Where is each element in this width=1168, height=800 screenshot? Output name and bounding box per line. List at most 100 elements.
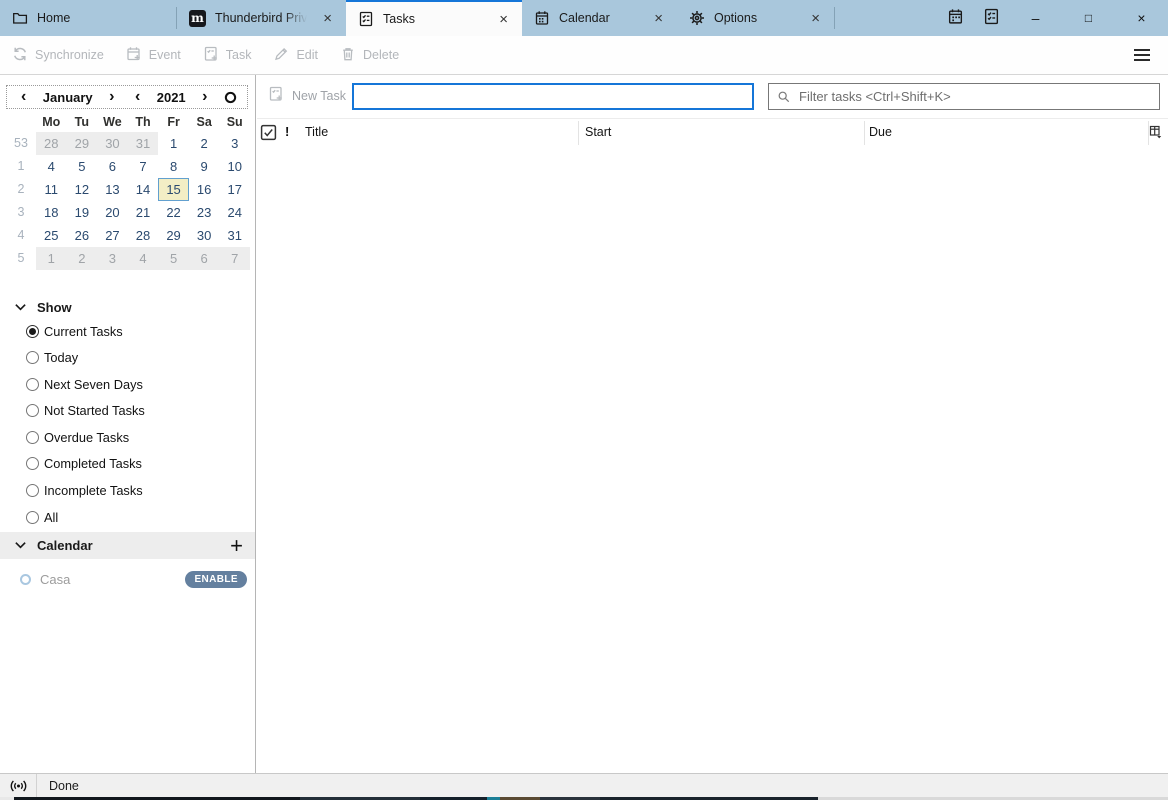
minical-day[interactable]: 27 xyxy=(97,224,128,247)
close-icon[interactable]: × xyxy=(809,11,822,26)
minical-day[interactable]: 22 xyxy=(158,201,189,224)
year-label[interactable]: 2021 xyxy=(157,90,186,105)
enable-badge[interactable]: ENABLE xyxy=(185,571,247,588)
minical-day[interactable]: 25 xyxy=(36,224,67,247)
minical-day[interactable]: 17 xyxy=(219,178,250,201)
minical-day[interactable]: 19 xyxy=(67,201,98,224)
tab-thunderbird-privacy[interactable]: m Thunderbird Priv × xyxy=(177,0,346,36)
minical-day[interactable]: 30 xyxy=(97,132,128,155)
radio-icon[interactable] xyxy=(26,351,39,364)
minical-day-selected[interactable]: 15 xyxy=(158,178,189,201)
previous-month-button[interactable]: ‹ xyxy=(17,89,30,105)
start-column-header[interactable]: Start xyxy=(585,125,611,139)
show-filter-option[interactable]: Incomplete Tasks xyxy=(26,481,247,501)
minical-day[interactable]: 16 xyxy=(189,178,220,201)
new-task-button[interactable]: New Task xyxy=(268,86,346,105)
show-filter-option[interactable]: Current Tasks xyxy=(26,321,247,341)
minical-day[interactable]: 4 xyxy=(128,247,159,270)
minical-day[interactable]: 11 xyxy=(36,178,67,201)
minical-day[interactable]: 10 xyxy=(219,155,250,178)
next-month-button[interactable]: › xyxy=(105,89,118,105)
minimize-button[interactable]: – xyxy=(1009,0,1062,36)
delete-button[interactable]: Delete xyxy=(340,46,399,65)
minical-day[interactable]: 23 xyxy=(189,201,220,224)
minical-day[interactable]: 2 xyxy=(67,247,98,270)
minical-day[interactable]: 7 xyxy=(128,155,159,178)
minical-day[interactable]: 1 xyxy=(158,132,189,155)
open-calendar-tab-button[interactable] xyxy=(937,0,973,36)
synchronize-button[interactable]: Synchronize xyxy=(12,46,104,65)
column-picker-button[interactable] xyxy=(1149,125,1163,142)
new-task-toolbar-button[interactable]: Task xyxy=(203,46,252,65)
close-icon[interactable]: × xyxy=(321,11,334,26)
minical-day[interactable]: 5 xyxy=(67,155,98,178)
radio-icon[interactable] xyxy=(26,457,39,470)
minical-day[interactable]: 31 xyxy=(219,224,250,247)
minical-day[interactable]: 20 xyxy=(97,201,128,224)
minical-day[interactable]: 9 xyxy=(189,155,220,178)
minical-day[interactable]: 21 xyxy=(128,201,159,224)
calendar-list-item[interactable]: Casa ENABLE xyxy=(0,567,255,591)
tab-tasks[interactable]: Tasks × xyxy=(346,0,522,36)
edit-button[interactable]: Edit xyxy=(273,46,318,65)
column-divider[interactable] xyxy=(578,121,579,145)
close-window-button[interactable]: × xyxy=(1115,0,1168,36)
task-list-empty[interactable] xyxy=(257,147,1168,773)
minical-day[interactable]: 12 xyxy=(67,178,98,201)
minical-day[interactable]: 6 xyxy=(189,247,220,270)
minical-day[interactable]: 3 xyxy=(219,132,250,155)
new-task-input[interactable] xyxy=(352,83,754,110)
radio-icon[interactable] xyxy=(26,404,39,417)
minical-day[interactable]: 29 xyxy=(67,132,98,155)
minical-day[interactable]: 26 xyxy=(67,224,98,247)
tab-home[interactable]: Home xyxy=(0,0,176,36)
filter-tasks-box[interactable] xyxy=(768,83,1160,110)
minical-day[interactable]: 30 xyxy=(189,224,220,247)
show-section-header[interactable]: Show xyxy=(0,294,255,321)
show-filter-option[interactable]: Today xyxy=(26,348,247,368)
minical-day[interactable]: 24 xyxy=(219,201,250,224)
radio-icon[interactable] xyxy=(26,511,39,524)
app-menu-button[interactable] xyxy=(1130,45,1154,65)
radio-icon[interactable] xyxy=(26,484,39,497)
previous-year-button[interactable]: ‹ xyxy=(131,89,144,105)
minical-day[interactable]: 7 xyxy=(219,247,250,270)
filter-tasks-input[interactable] xyxy=(797,88,1159,105)
next-year-button[interactable]: › xyxy=(198,89,211,105)
today-button[interactable] xyxy=(224,91,237,104)
new-event-button[interactable]: Event xyxy=(126,46,181,65)
minical-day[interactable]: 18 xyxy=(36,201,67,224)
minical-day[interactable]: 4 xyxy=(36,155,67,178)
due-column-header[interactable]: Due xyxy=(869,125,892,139)
minical-day[interactable]: 8 xyxy=(158,155,189,178)
maximize-button[interactable]: □ xyxy=(1062,0,1115,36)
calendar-section-header[interactable]: Calendar + xyxy=(0,532,255,559)
minical-day[interactable]: 6 xyxy=(97,155,128,178)
show-filter-option[interactable]: All xyxy=(26,507,247,527)
tab-calendar[interactable]: Calendar × xyxy=(522,0,677,36)
minical-day[interactable]: 29 xyxy=(158,224,189,247)
show-filter-option[interactable]: Overdue Tasks xyxy=(26,427,247,447)
month-label[interactable]: January xyxy=(43,90,93,105)
title-column-header[interactable]: Title xyxy=(305,125,328,139)
close-icon[interactable]: × xyxy=(652,11,665,26)
minical-day[interactable]: 5 xyxy=(158,247,189,270)
minical-day[interactable]: 3 xyxy=(97,247,128,270)
minical-day[interactable]: 14 xyxy=(128,178,159,201)
radio-icon[interactable] xyxy=(26,378,39,391)
calendar-color-icon[interactable] xyxy=(20,574,31,585)
radio-icon[interactable] xyxy=(26,431,39,444)
minical-day[interactable]: 28 xyxy=(36,132,67,155)
add-calendar-button[interactable]: + xyxy=(230,535,243,557)
offline-status-button[interactable] xyxy=(0,774,37,797)
radio-selected-icon[interactable] xyxy=(26,325,39,338)
show-filter-option[interactable]: Completed Tasks xyxy=(26,454,247,474)
minical-day[interactable]: 28 xyxy=(128,224,159,247)
open-tasks-tab-button[interactable] xyxy=(973,0,1009,36)
close-icon[interactable]: × xyxy=(497,12,510,27)
column-divider[interactable] xyxy=(864,121,865,145)
show-filter-option[interactable]: Not Started Tasks xyxy=(26,401,247,421)
tab-options[interactable]: Options × xyxy=(677,0,834,36)
minical-day[interactable]: 2 xyxy=(189,132,220,155)
minical-day[interactable]: 1 xyxy=(36,247,67,270)
